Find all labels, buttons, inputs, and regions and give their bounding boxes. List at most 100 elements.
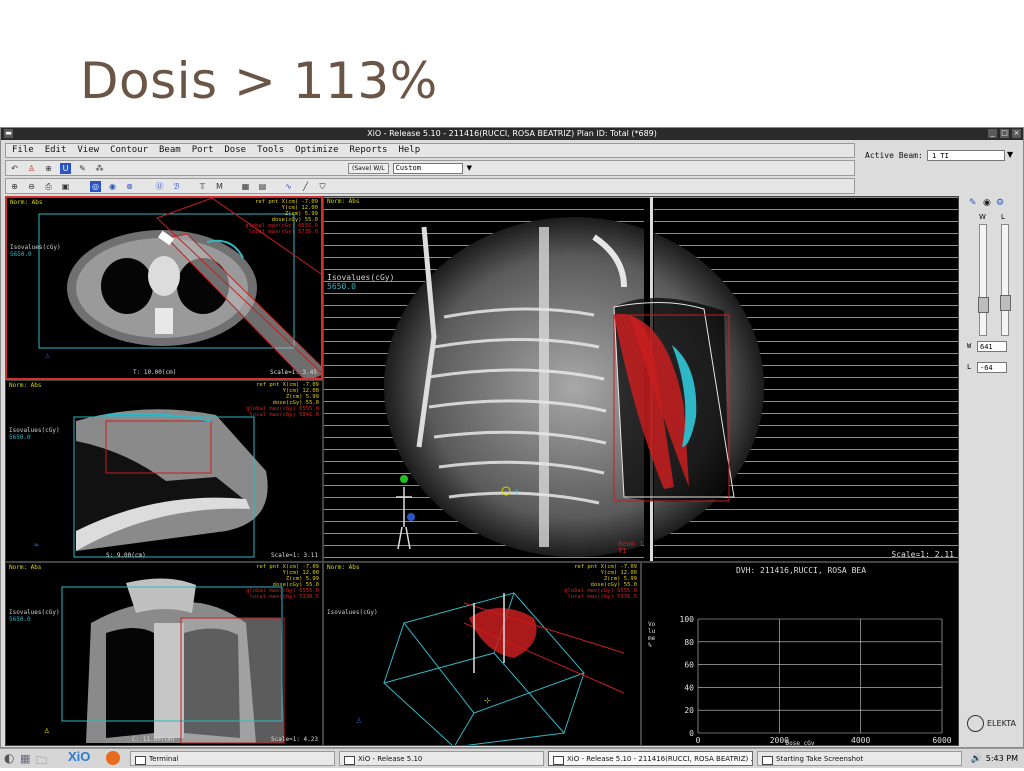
window-titlebar[interactable]: ▬ XiO - Release 5.10 - 211416(RUCCI, ROS… <box>1 128 1023 140</box>
dvh-xtick-label: 0 <box>696 736 701 745</box>
files-icon[interactable]: 🗀 <box>36 752 47 771</box>
camera-icon <box>762 756 773 765</box>
view-mode-icon[interactable]: ◎ <box>90 180 101 192</box>
menu-reports[interactable]: Reports <box>344 144 393 157</box>
norm-label: Norm: Abs <box>10 199 43 206</box>
field-icon[interactable]: 𝕋 <box>197 181 208 192</box>
local-max: local max(cGy) 5330.5 <box>249 594 319 600</box>
zoom-in-icon[interactable]: ⊕ <box>9 181 20 192</box>
crosshair-icon[interactable]: ⊕ <box>43 163 54 174</box>
sagittal-viewport[interactable]: ⇋ Norm: Abs Isovalues(cGy) 5650.0 ref pn… <box>5 380 323 562</box>
menu-contour[interactable]: Contour <box>104 144 153 157</box>
eye-icon[interactable]: ◉ <box>983 198 991 208</box>
save-icon[interactable]: ▣ <box>60 181 71 192</box>
menu-help[interactable]: Help <box>392 144 425 157</box>
window-value-field[interactable]: 641 <box>977 341 1007 352</box>
menu-view[interactable]: View <box>71 144 104 157</box>
firefox-icon[interactable] <box>106 751 120 765</box>
level-value-label: L <box>967 363 972 371</box>
svg-text:♙: ♙ <box>44 726 49 736</box>
mu-icon[interactable]: M <box>214 181 225 192</box>
window-level-button[interactable]: (Save) W/L <box>348 162 389 174</box>
level-slider-thumb[interactable] <box>1000 295 1011 311</box>
norm-label: Norm: Abs <box>327 198 360 205</box>
xio-window: ▬ XiO - Release 5.10 - 211416(RUCCI, ROS… <box>0 127 1024 748</box>
level-slider-label: L <box>1001 213 1005 221</box>
svg-text:⇋: ⇋ <box>34 540 39 549</box>
shield-icon[interactable]: ⛉ <box>317 181 328 192</box>
menu-file[interactable]: File <box>6 144 39 157</box>
rotate-icon[interactable]: ⊗ <box>124 181 135 192</box>
chevron-down-icon[interactable]: ▼ <box>1007 150 1013 159</box>
minimize-icon[interactable]: _ <box>988 129 997 138</box>
isovalues-label: Isovalues(cGy) <box>9 427 60 434</box>
isovalues-label: Isovalues(cGy) <box>327 609 378 616</box>
beams-eye-view[interactable]: + Norm: Abs Isovalues(cGy) 5650.0 Beam 1… <box>323 196 959 562</box>
elekta-brand: ELEKTA <box>987 719 1016 728</box>
menu-edit[interactable]: Edit <box>39 144 72 157</box>
workspace-icon[interactable]: ▦ <box>20 752 30 765</box>
three-d-viewport[interactable]: ⊹ ♙ Norm: Abs Isovalues(cGy) ref pnt X(c… <box>323 562 641 746</box>
terminal-icon <box>135 756 146 765</box>
points-icon[interactable]: ⁂ <box>94 163 105 174</box>
window-value-label: W <box>967 342 972 350</box>
reference-point-readout: ref pnt X(cm) -7.09 Y(cm) 12.00 Z(cm) 5.… <box>564 564 637 600</box>
window-level-preset[interactable]: Custom <box>392 162 463 174</box>
active-beam-select[interactable]: 1 TI <box>927 150 1005 161</box>
svg-text:+: + <box>514 487 520 497</box>
slice-position: T: 10.00(cm) <box>133 369 177 376</box>
window-slider-thumb[interactable] <box>978 297 989 313</box>
dvh-viewport[interactable]: DVH: 211416,RUCCI, ROSA BEA Volume % 0 20… <box>641 562 959 746</box>
window-slider[interactable] <box>978 224 989 336</box>
contour-mode-icon[interactable]: U <box>60 162 71 174</box>
slope-icon[interactable]: ╱ <box>300 181 311 192</box>
local-max: local max(cGy) 5735.0 <box>248 229 318 235</box>
beam-id: TI <box>618 547 627 555</box>
task-screenshot[interactable]: Starting Take Screenshot <box>757 751 962 766</box>
elekta-logo: ELEKTA <box>967 715 1016 732</box>
menu-dose[interactable]: Dose <box>218 144 251 157</box>
block-icon[interactable]: ℬ <box>171 181 182 192</box>
person-icon[interactable]: ♙ <box>26 163 37 174</box>
menu-optimize[interactable]: Optimize <box>289 144 343 157</box>
dvh-ytick-label: 60 <box>684 661 694 670</box>
zoom-out-icon[interactable]: ⊖ <box>26 181 37 192</box>
level-value-field[interactable]: -64 <box>977 362 1007 373</box>
xio-launcher[interactable]: XiO <box>68 749 90 764</box>
pen-icon[interactable]: ✎ <box>969 198 977 208</box>
task-terminal[interactable]: Terminal <box>130 751 335 766</box>
print-icon[interactable]: ⎙ <box>43 181 54 192</box>
axial-viewport[interactable]: ♙ Norm: Abs Isovalues(cGy) 5650.0 ref pn… <box>5 196 323 380</box>
settings-icon[interactable]: ⚙ <box>996 198 1004 208</box>
chart-icon[interactable]: ▤ <box>257 181 268 192</box>
beam-icon[interactable]: Ⓤ <box>154 181 165 192</box>
menu-tools[interactable]: Tools <box>251 144 289 157</box>
task-label: Terminal <box>149 755 179 763</box>
maximize-icon[interactable]: □ <box>1000 129 1009 138</box>
task-xio-plan[interactable]: XiO - Release 5.10 - 211416(RUCCI, ROSA … <box>548 751 753 766</box>
menu-port[interactable]: Port <box>186 144 219 157</box>
coronal-viewport[interactable]: ♙ Norm: Abs Isovalues(cGy) 5650.0 ref pn… <box>5 562 323 746</box>
isovalue-5650: 5650.0 <box>9 616 31 623</box>
active-beam-label: Active Beam: <box>865 151 923 160</box>
svg-text:♙: ♙ <box>45 351 50 360</box>
close-icon[interactable]: × <box>1012 129 1021 138</box>
level-slider[interactable] <box>1000 224 1011 336</box>
window-slider-label: W <box>979 213 986 221</box>
undo-icon[interactable]: ↶ <box>9 163 20 174</box>
window-icon <box>553 756 564 765</box>
window-menu-icon[interactable]: ▬ <box>4 129 13 138</box>
local-max: local max(cGy) 5936.5 <box>567 594 637 600</box>
menu-beam[interactable]: Beam <box>153 144 186 157</box>
measure-icon[interactable]: ✎ <box>77 163 88 174</box>
isodose-icon[interactable]: ∿ <box>283 181 294 192</box>
reference-point-readout: ref pnt X(cm) -7.09 Y(cm) 12.00 Z(cm) 5.… <box>245 199 318 235</box>
calculator-icon[interactable]: ▦ <box>240 181 251 192</box>
chevron-down-icon[interactable]: ▼ <box>467 164 472 172</box>
task-xio[interactable]: XiO - Release 5.10 <box>339 751 544 766</box>
start-icon[interactable]: ◐ <box>4 751 14 765</box>
window-icon <box>344 756 355 765</box>
volume-icon[interactable]: 🔊 <box>971 752 982 767</box>
toolbar-bottom: ⊕ ⊖ ⎙ ▣ ◎ ◉ ⊗ Ⓤ ℬ 𝕋 M ▦ ▤ ∿ ╱ ⛉ <box>5 178 855 194</box>
globe-icon[interactable]: ◉ <box>107 181 118 192</box>
